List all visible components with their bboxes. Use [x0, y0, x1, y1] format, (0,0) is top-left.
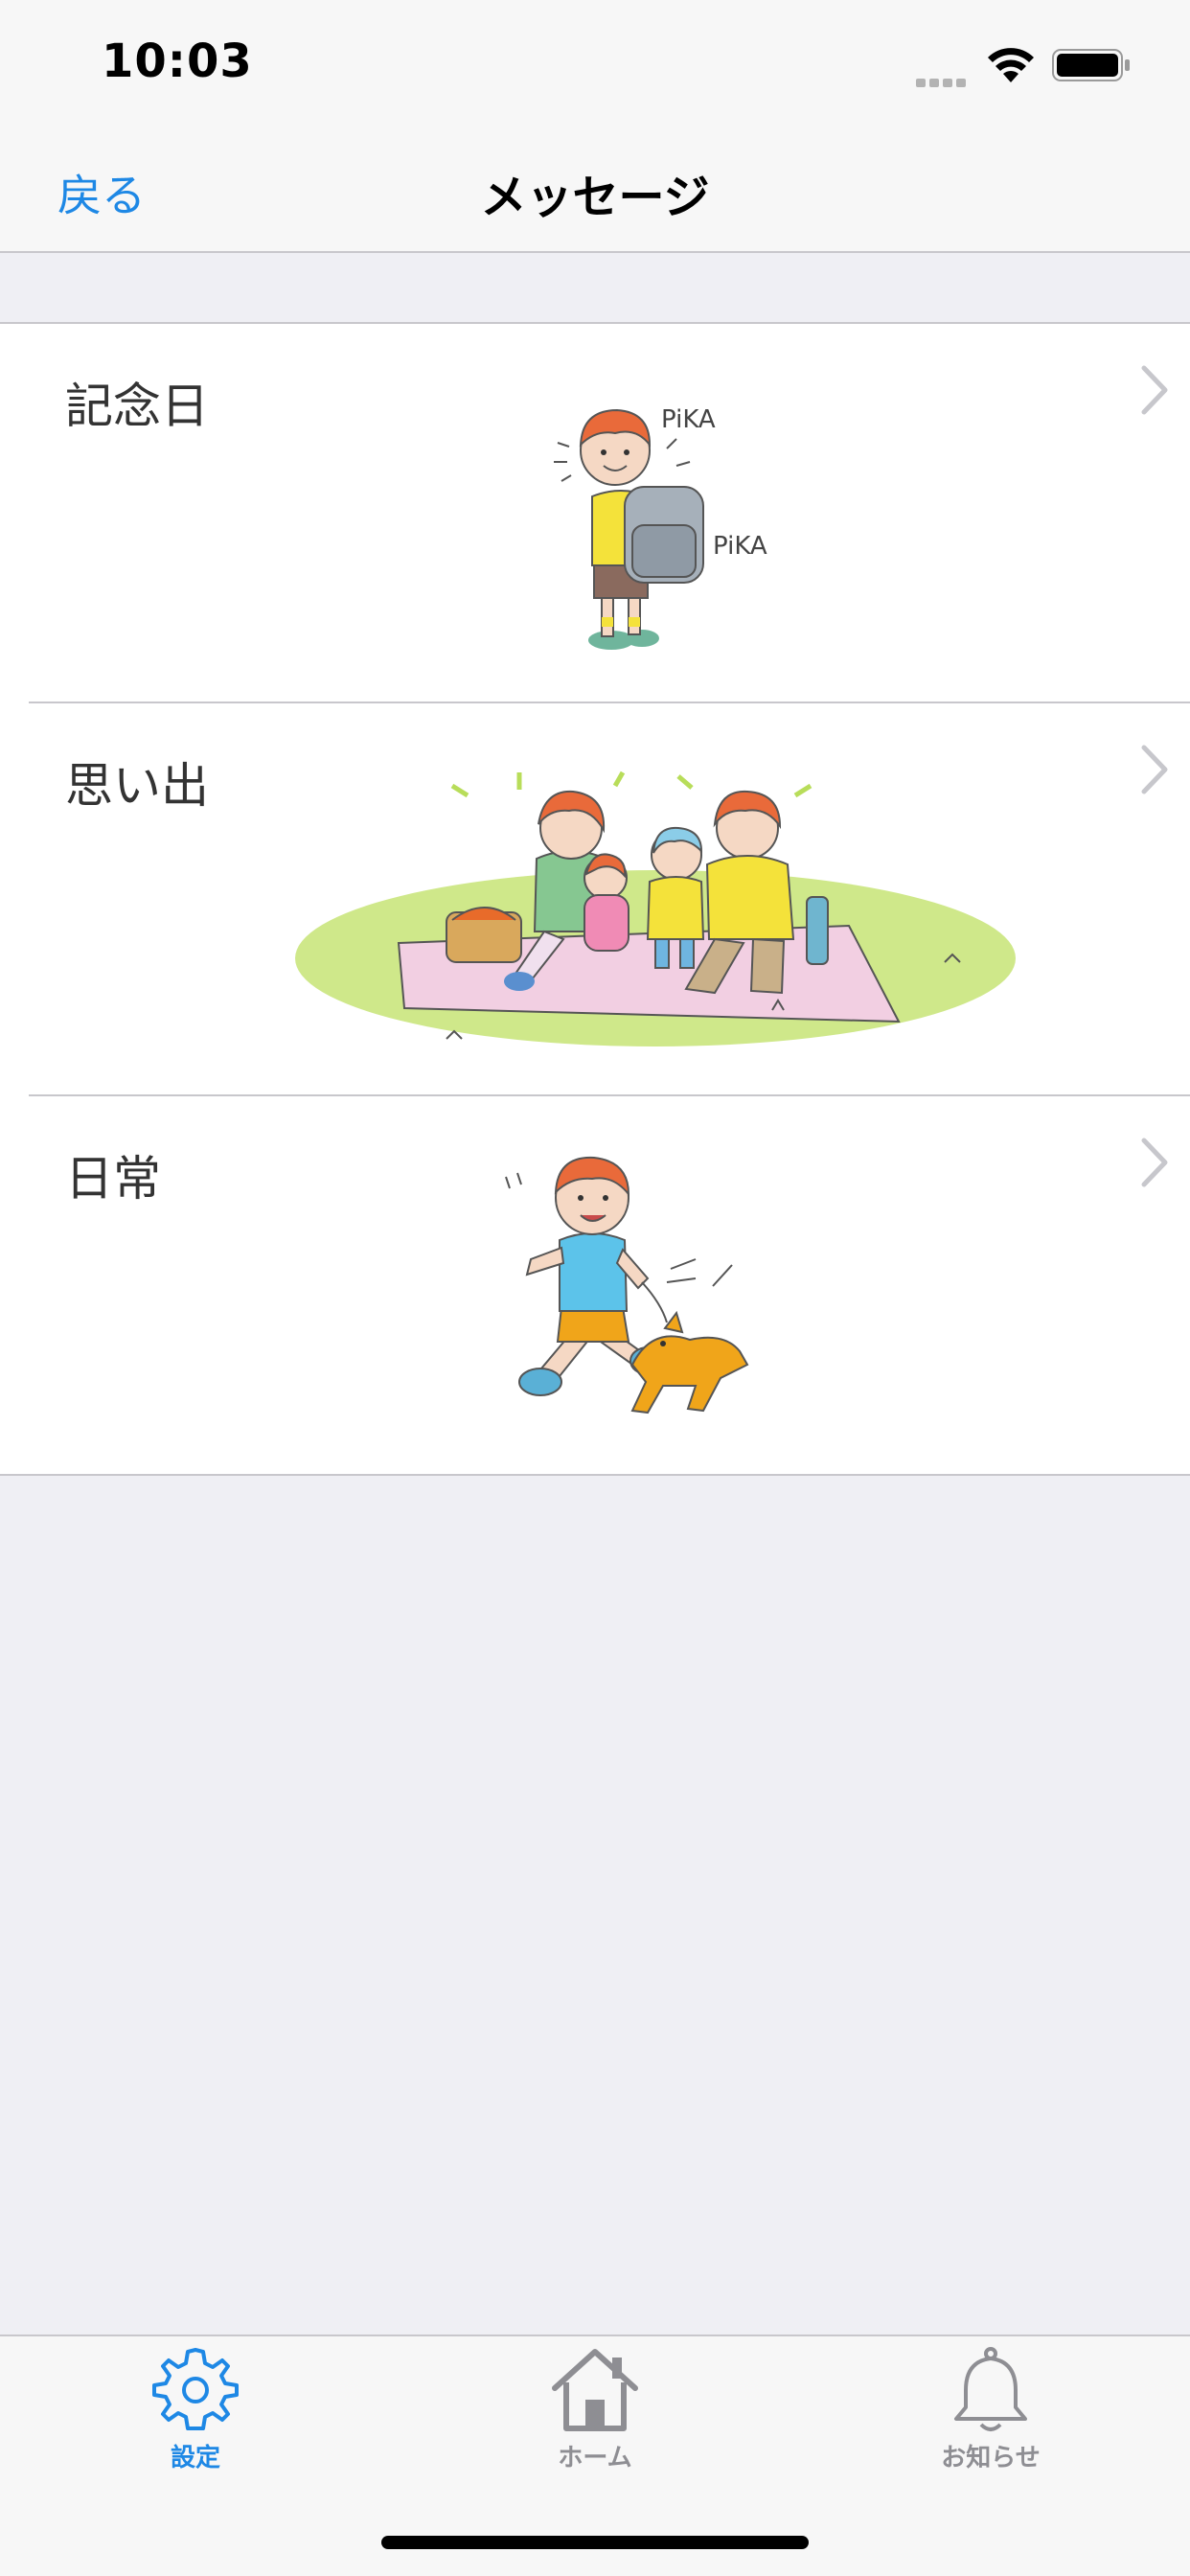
pika-text-1: PiKA	[661, 405, 716, 434]
gear-icon	[152, 2348, 239, 2430]
tab-label: 設定	[170, 2444, 220, 2472]
list-item-label: 記念日	[65, 379, 209, 434]
navigation-bar: 戻る メッセージ	[0, 126, 1190, 253]
battery-icon	[1052, 49, 1130, 81]
signal-strength-icon	[916, 73, 970, 91]
boy-running-with-dog-image	[505, 1156, 749, 1414]
list-item-daily[interactable]: 日常	[0, 1096, 1190, 1476]
status-time: 10:03	[102, 34, 253, 88]
tab-settings[interactable]: 設定	[80, 2344, 310, 2488]
screen: 10:03 戻る メッセージ 記念日 PiKA PiKA 思い出 日常 設定 ホ…	[0, 0, 1190, 2576]
chevron-right-icon	[1141, 745, 1168, 794]
list-item-label: 日常	[65, 1151, 161, 1207]
page-title: メッセージ	[480, 171, 710, 224]
wifi-icon	[988, 48, 1034, 82]
chevron-right-icon	[1141, 1138, 1168, 1187]
chevron-right-icon	[1141, 365, 1168, 415]
home-indicator	[381, 2536, 809, 2549]
bell-icon	[954, 2347, 1027, 2431]
family-picnic-image	[295, 770, 1016, 1046]
list-item-anniversary[interactable]: 記念日 PiKA PiKA	[0, 324, 1190, 703]
home-icon	[552, 2349, 638, 2431]
tab-label: お知らせ	[941, 2444, 1041, 2472]
list-item-label: 思い出	[65, 758, 209, 814]
pika-text-2: PiKA	[713, 532, 767, 561]
tab-notifications[interactable]: お知らせ	[876, 2344, 1106, 2488]
list-item-memories[interactable]: 思い出	[0, 703, 1190, 1096]
message-category-list: 記念日 PiKA PiKA 思い出 日常	[0, 322, 1190, 1476]
tab-home[interactable]: ホーム	[480, 2344, 710, 2488]
status-bar: 10:03	[0, 0, 1190, 126]
child-with-backpack-image: PiKA PiKA	[554, 405, 767, 650]
tab-label: ホーム	[558, 2444, 632, 2472]
